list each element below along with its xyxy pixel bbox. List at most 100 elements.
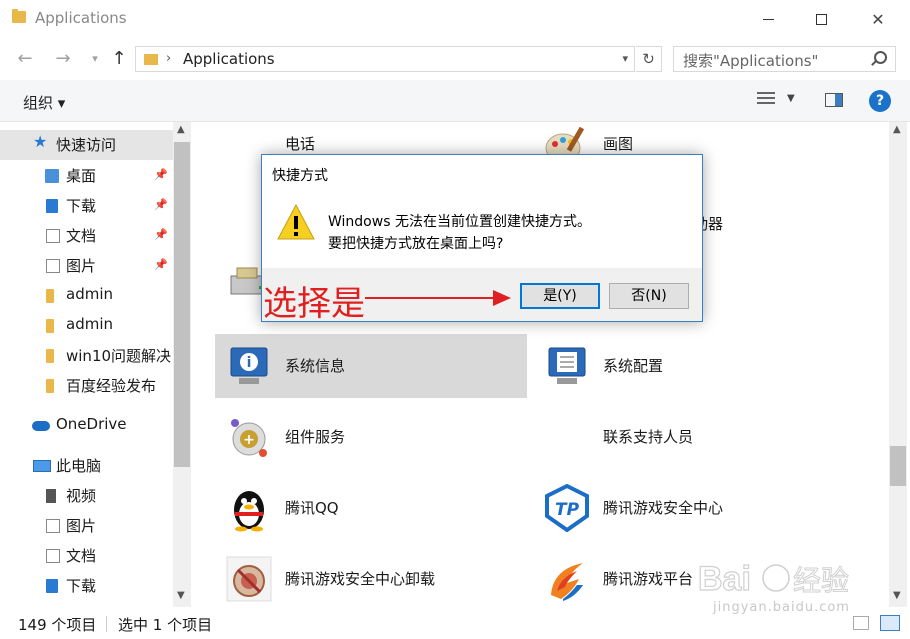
- sidebar-item-label: 图片: [66, 517, 97, 535]
- sidebar-item-documents-pc[interactable]: 文档: [0, 541, 173, 571]
- document-icon: [46, 229, 60, 243]
- sidebar-item-label: 桌面: [66, 167, 97, 185]
- maximize-button[interactable]: [795, 0, 847, 38]
- sidebar-item-label: OneDrive: [56, 415, 127, 433]
- sidebar-item-win10[interactable]: win10问题解决: [0, 341, 173, 371]
- file-label: 画图: [603, 135, 634, 153]
- sidebar-item-this-pc[interactable]: 此电脑: [0, 451, 173, 481]
- search-input[interactable]: 搜索"Applications": [673, 46, 896, 72]
- pin-icon[interactable]: 📌: [154, 198, 168, 211]
- arrow-up-icon: ↑: [111, 48, 127, 69]
- folder-icon: [46, 379, 54, 393]
- sidebar-item-desktop[interactable]: 桌面 📌: [0, 161, 173, 191]
- list-item[interactable]: 腾讯游戏安全中心卸载: [215, 547, 527, 611]
- sidebar-item-videos[interactable]: 视频: [0, 481, 173, 511]
- recent-locations-button[interactable]: ▾: [84, 48, 106, 70]
- list-item[interactable]: i 系统信息: [215, 334, 527, 398]
- preview-pane-icon[interactable]: [825, 93, 843, 107]
- scroll-up-icon[interactable]: ▲: [177, 124, 185, 135]
- download-icon: [46, 579, 58, 593]
- up-button[interactable]: ↑: [108, 48, 130, 70]
- details-view-icon[interactable]: [853, 616, 869, 630]
- forward-button[interactable]: →: [52, 48, 74, 70]
- list-item[interactable]: + 组件服务: [215, 405, 527, 469]
- tp-shield-icon: TP: [545, 484, 589, 532]
- sidebar-item-pictures-pc[interactable]: 图片: [0, 511, 173, 541]
- sidebar-item-pictures[interactable]: 图片 📌: [0, 251, 173, 281]
- selection-count: 选中 1 个项目: [118, 616, 213, 634]
- sidebar-item-downloads-pc[interactable]: 下载: [0, 571, 173, 601]
- organize-button[interactable]: 组织 ▾: [23, 92, 65, 113]
- content-scrollbar[interactable]: ▲ ▼: [889, 122, 907, 607]
- tencent-games-icon: [551, 563, 583, 601]
- item-count: 149 个项目: [18, 616, 97, 634]
- sidebar-item-label: 此电脑: [56, 457, 102, 475]
- scrollbar-thumb[interactable]: [174, 142, 190, 467]
- breadcrumb[interactable]: Applications: [183, 50, 275, 68]
- pin-icon[interactable]: 📌: [154, 168, 168, 181]
- support-icon: [543, 413, 591, 461]
- back-button[interactable]: ←: [14, 48, 36, 70]
- close-button[interactable]: ✕: [852, 0, 904, 38]
- sidebar-item-quick-access[interactable]: ★ 快速访问: [0, 130, 173, 160]
- sidebar-item-documents[interactable]: 文档 📌: [0, 221, 173, 251]
- sidebar-item-label: 百度经验发布: [66, 377, 157, 395]
- scroll-down-icon[interactable]: ▼: [177, 590, 185, 601]
- sidebar-item-onedrive[interactable]: OneDrive: [0, 411, 173, 441]
- refresh-button[interactable]: ↻: [636, 46, 662, 72]
- svg-text:i: i: [247, 355, 252, 371]
- search-icon[interactable]: [874, 51, 887, 64]
- folder-icon: [46, 319, 54, 333]
- list-item[interactable]: TP 腾讯游戏安全中心: [533, 476, 845, 540]
- sidebar-item-label: 下载: [66, 577, 97, 595]
- list-item[interactable]: 系统配置: [533, 334, 845, 398]
- yes-button[interactable]: 是(Y): [520, 283, 600, 309]
- sidebar-item-downloads[interactable]: 下载 📌: [0, 191, 173, 221]
- no-button[interactable]: 否(N): [609, 283, 689, 309]
- file-label: 联系支持人员: [603, 428, 694, 446]
- file-label: 腾讯QQ: [285, 499, 339, 517]
- uninstall-icon: [226, 556, 272, 602]
- minimize-button[interactable]: [742, 0, 794, 38]
- chevron-down-icon[interactable]: ▼: [787, 93, 795, 104]
- chevron-right-icon[interactable]: ›: [166, 51, 171, 66]
- folder-icon: [46, 289, 54, 303]
- star-icon: ★: [33, 132, 48, 151]
- close-icon: ✕: [871, 9, 885, 29]
- title-bar: Applications ✕: [0, 0, 910, 38]
- file-label: 系统配置: [603, 357, 664, 375]
- sidebar-item-label: 视频: [66, 487, 97, 505]
- scroll-down-icon[interactable]: ▼: [893, 590, 901, 601]
- scroll-up-icon[interactable]: ▲: [893, 124, 901, 135]
- file-label: 腾讯游戏安全中心卸载: [285, 570, 436, 588]
- help-button[interactable]: ?: [869, 90, 891, 112]
- warning-icon: [277, 203, 315, 240]
- sidebar-item-admin[interactable]: admin: [0, 281, 173, 311]
- svg-text:+: +: [243, 432, 255, 448]
- navigation-scrollbar[interactable]: ▲ ▼: [173, 122, 191, 607]
- file-label: 腾讯游戏平台: [603, 570, 694, 588]
- search-placeholder: 搜索"Applications": [683, 52, 819, 70]
- address-bar[interactable]: › Applications ▾: [135, 46, 635, 72]
- sidebar-item-label: admin: [66, 315, 113, 333]
- change-view-icon[interactable]: [757, 92, 775, 108]
- annotation-arrow-icon: [365, 290, 511, 306]
- system-config-icon: [548, 347, 586, 384]
- sidebar-item-admin-2[interactable]: admin: [0, 311, 173, 341]
- component-services-icon: +: [231, 419, 267, 457]
- sidebar-item-baidu[interactable]: 百度经验发布: [0, 371, 173, 401]
- chevron-down-icon[interactable]: ▾: [622, 52, 628, 65]
- large-icons-view-icon[interactable]: [880, 615, 900, 631]
- pin-icon[interactable]: 📌: [154, 258, 168, 271]
- scrollbar-thumb[interactable]: [890, 446, 906, 486]
- file-label: 系统信息: [285, 357, 346, 375]
- navigation-pane: ★ 快速访问 桌面 📌 下载 📌 文档 📌 图片 📌 admin admin w…: [0, 122, 191, 607]
- list-item[interactable]: 腾讯QQ: [215, 476, 527, 540]
- list-item[interactable]: 联系支持人员: [533, 405, 845, 469]
- system-info-icon: i: [230, 347, 268, 384]
- download-icon: [46, 199, 58, 213]
- dialog-message: Windows 无法在当前位置创建快捷方式。: [328, 214, 591, 230]
- cloud-icon: [32, 421, 50, 431]
- pin-icon[interactable]: 📌: [154, 228, 168, 241]
- folder-icon: [144, 54, 158, 65]
